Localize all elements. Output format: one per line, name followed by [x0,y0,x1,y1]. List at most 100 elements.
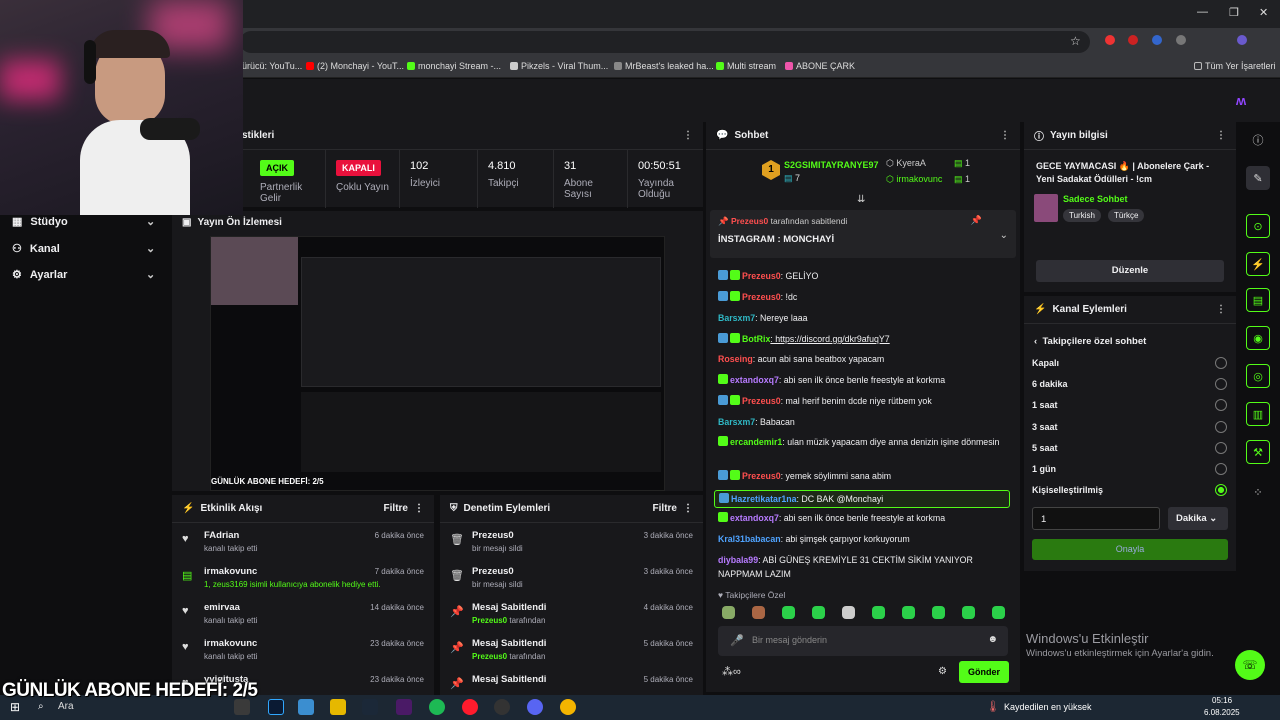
bookmark-item[interactable]: (2) Monchayi - YouT... [306,61,404,71]
chat-username[interactable]: Prezeus0 [742,292,781,302]
target-icon[interactable]: ⊙ [1246,214,1270,238]
extension-icon[interactable] [1128,35,1138,45]
category-name[interactable]: Sadece Sohbet [1063,194,1128,204]
windows-start-icon[interactable]: ⊞ [10,700,20,714]
chat-username[interactable]: Prezeus0 [742,396,781,406]
puzzle-icon[interactable] [1176,35,1186,45]
clock-date[interactable]: 6.08.2025 [1204,708,1240,717]
maximize-icon[interactable]: ❐ [1229,6,1239,19]
pin-icon[interactable]: 📌 [971,215,982,226]
obs-icon[interactable] [494,699,510,715]
nav-item-settings[interactable]: ⚙ Ayarlar ⌄ [12,268,155,282]
chat-username[interactable]: diybala99 [718,555,758,565]
wrench-icon[interactable]: ⚒ [1246,440,1270,464]
clipboard-icon[interactable]: ▤ [1246,288,1270,312]
chat-icon[interactable]: ◉ [1246,326,1270,350]
info-icon[interactable]: ⓘ [1246,128,1270,152]
chat-username[interactable]: extandoxq7 [730,513,779,523]
pencil-icon[interactable]: ✎ [1246,166,1270,190]
chat-text[interactable]: : https://discord.gg/dkr9afuqY7 [770,334,889,344]
nav-item-channel[interactable]: ⚇ Kanal ⌄ [12,242,155,256]
broadcast-icon[interactable]: ◎ [1246,364,1270,388]
chevron-down-icon[interactable]: ⌄ [1000,230,1008,241]
bookmark-item[interactable]: ürücü: YouTu... [242,61,302,71]
points-icon[interactable]: ⁂∞ [722,665,741,678]
duration-unit-select[interactable]: Dakika ⌄ [1168,507,1228,530]
all-bookmarks[interactable]: Tüm Yer İşaretleri [1194,61,1276,71]
chat-username[interactable]: Barsxm7 [718,313,755,323]
bookmark-item[interactable]: Pikzels - Viral Thum... [510,61,608,71]
emote-icon[interactable] [992,606,1005,619]
more-icon[interactable]: ⋮ [1000,130,1010,141]
followers-only-header[interactable]: ‹ Takipçilere özel sohbet [1034,336,1146,347]
weather-text[interactable]: Kaydedilen en yüksek [1004,702,1092,712]
emote-icon[interactable] [902,606,915,619]
microphone-icon[interactable]: 🎤 [730,634,744,647]
more-icon[interactable]: ⋮ [1216,304,1226,315]
address-bar[interactable] [240,31,1090,53]
clock-time[interactable]: 05:16 [1212,696,1232,705]
chat-username[interactable]: Kral31babacan [718,534,781,544]
lightning-icon[interactable]: ⚡ [1246,252,1270,276]
chat-username[interactable]: Roseing [718,354,753,364]
filter-button[interactable]: Filtre [384,503,408,514]
more-icon[interactable]: ⋮ [1216,130,1226,141]
emote-icon[interactable] [812,606,825,619]
collapse-icon[interactable]: ⇊ [857,194,865,205]
extension-icon[interactable] [1105,35,1115,45]
emote-icon[interactable] [932,606,945,619]
star-icon[interactable]: ☆ [1070,34,1081,48]
opera-icon[interactable] [462,699,478,715]
search-icon[interactable]: ⌕ [38,701,44,712]
filter-button[interactable]: Filtre [653,503,677,514]
emote-icon[interactable] [782,606,795,619]
emote-icon[interactable] [842,606,855,619]
duration-amount-input[interactable]: 1 [1032,507,1160,530]
send-button[interactable]: Gönder [959,661,1009,683]
close-icon[interactable]: ✕ [1259,6,1268,19]
profile-avatar[interactable] [1237,35,1247,45]
grid-icon[interactable]: ⁘ [1246,480,1270,504]
duration-option-radio[interactable] [1215,441,1227,454]
spotify-icon[interactable] [429,699,445,715]
chat-username[interactable]: extandoxq7 [730,375,779,385]
folder-icon[interactable] [330,699,346,715]
stream-preview-video[interactable]: GÜNLÜK ABONE HEDEFİ: 2/5 [210,236,665,491]
duration-option-radio[interactable] [1215,463,1227,475]
steam-icon[interactable] [362,699,378,715]
more-icon[interactable]: ⋮ [683,503,693,514]
chat-username[interactable]: Barsxm7 [718,417,755,427]
duration-option-radio[interactable] [1215,357,1227,369]
emote-icon[interactable] [962,606,975,619]
emoji-icon[interactable]: ☻ [987,634,998,645]
layout-icon[interactable]: ▥ [1246,402,1270,426]
chat-username[interactable]: Prezeus0 [742,471,781,481]
emote-icon[interactable] [872,606,885,619]
premiere-icon[interactable] [396,699,412,715]
edit-button[interactable]: Düzenle [1036,260,1224,282]
bookmark-item[interactable]: MrBeast's leaked ha... [614,61,714,71]
chat-username[interactable]: ercandemir1 [730,437,782,447]
emote-icon[interactable] [752,606,765,619]
chat-input[interactable]: 🎤 Bir mesaj gönderin ☻ [718,626,1008,656]
bookmark-item[interactable]: ABONE ÇARK [785,61,855,71]
nav-item-studio[interactable]: ▦ Stüdyo ⌄ [12,215,155,229]
discord-icon[interactable] [527,699,543,715]
confirm-button[interactable]: Onayla [1032,539,1228,560]
app-icon[interactable] [298,699,314,715]
bookmark-item[interactable]: monchayi Stream -... [407,61,501,71]
more-icon[interactable]: ⋮ [683,130,693,141]
chrome-icon[interactable] [560,699,576,715]
extension-icon[interactable] [1152,35,1162,45]
chat-username[interactable]: Hazretikatar1na [731,494,797,504]
chat-username[interactable]: Prezeus0 [742,271,781,281]
emote-icon[interactable] [722,606,735,619]
support-icon[interactable]: ☏ [1235,650,1265,680]
photoshop-icon[interactable] [268,699,284,715]
minimize-icon[interactable]: — [1197,6,1208,18]
bookmark-item[interactable]: Multi stream [716,61,776,71]
top-gifter-name[interactable]: S2GSIMITAYRANYE97 [784,160,879,170]
taskbar-search[interactable]: Ara [58,701,74,712]
duration-option-radio[interactable] [1215,420,1227,433]
gear-icon[interactable]: ⚙ [938,666,947,677]
